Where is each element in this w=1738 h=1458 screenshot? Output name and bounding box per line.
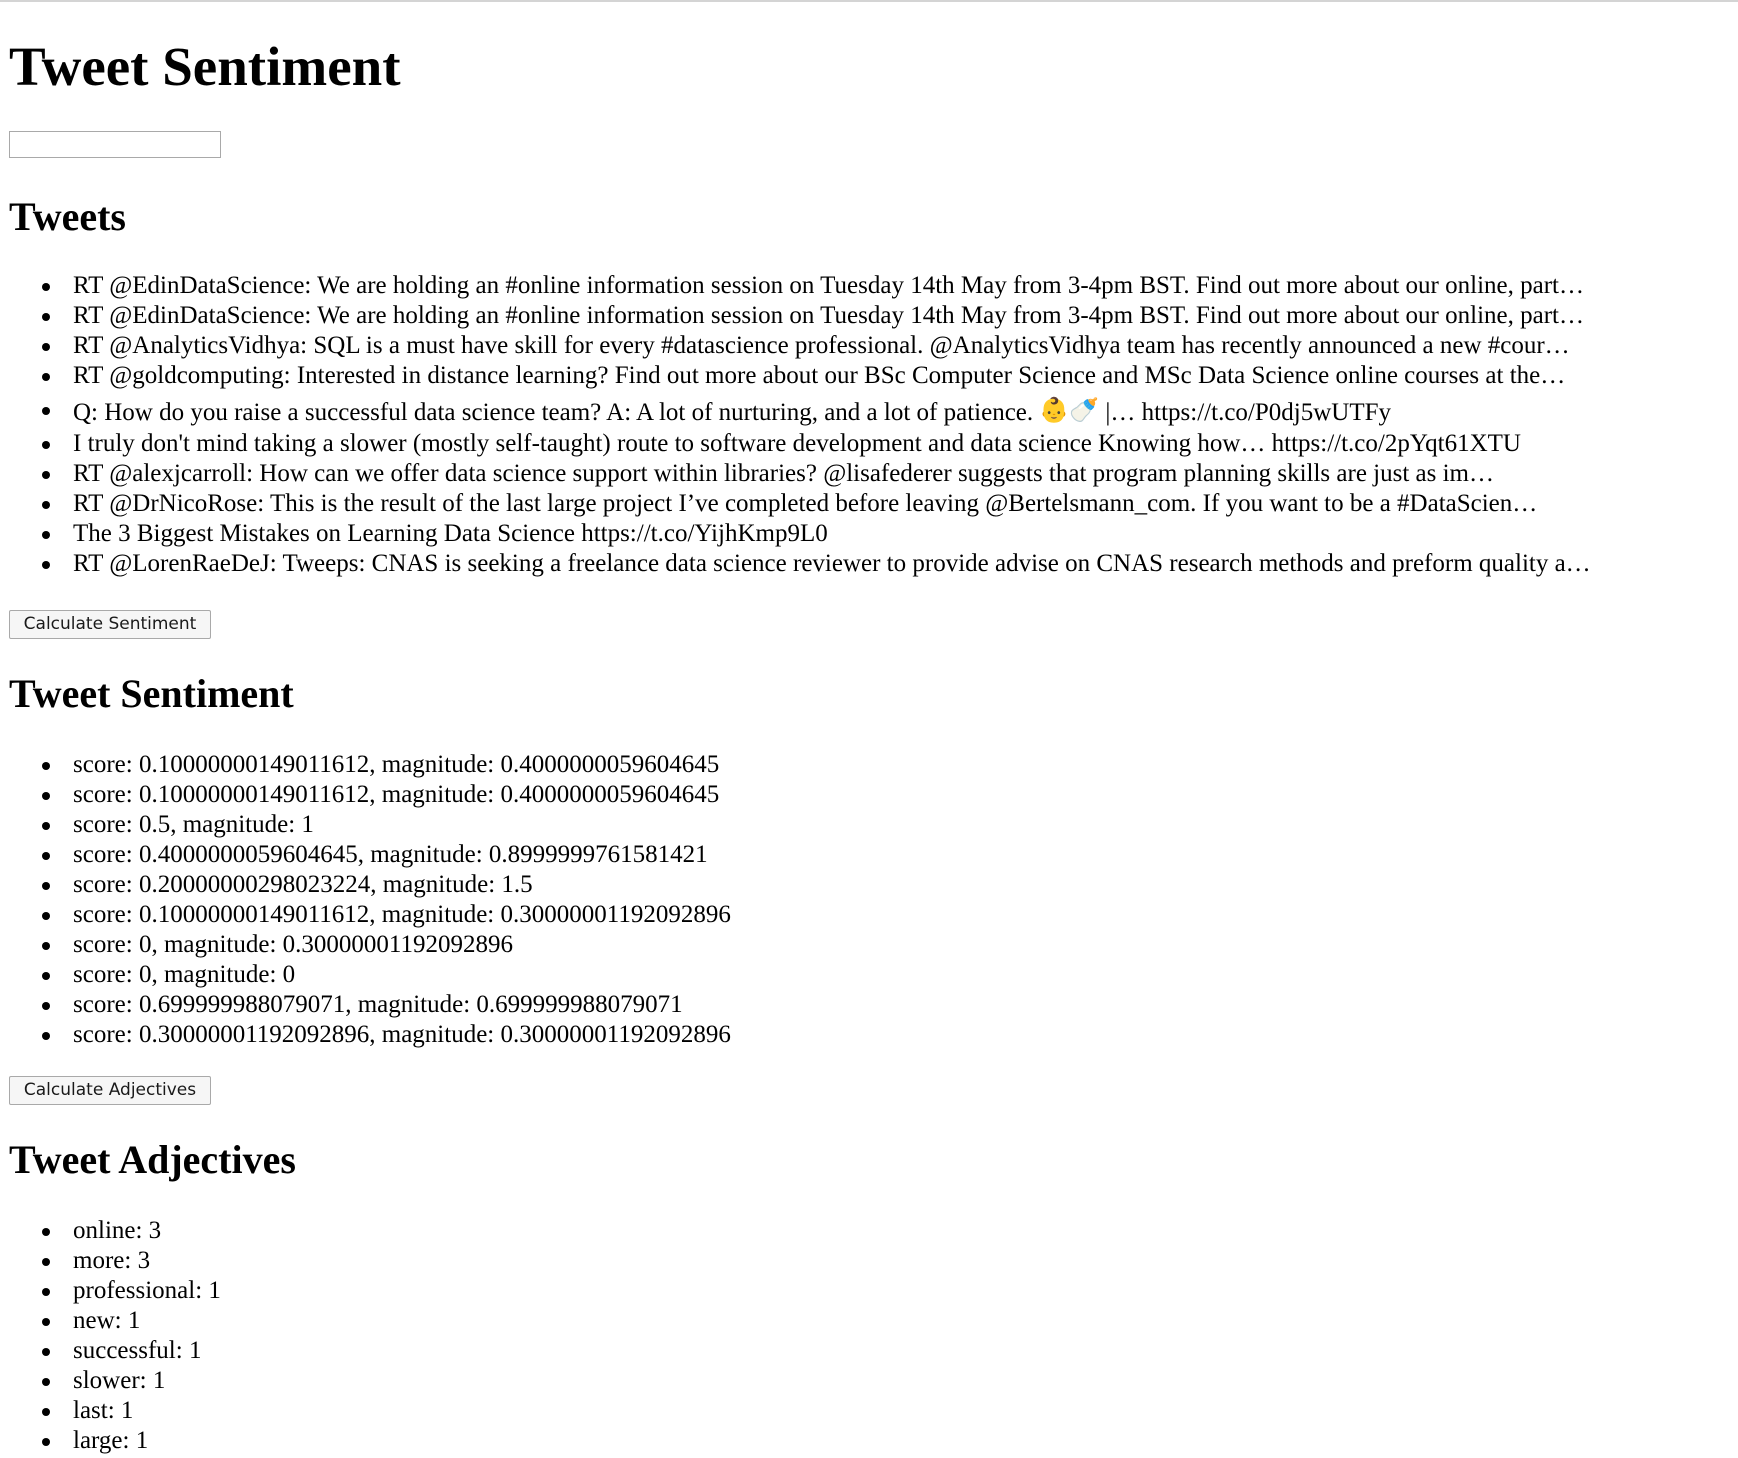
tweet-item: RT @goldcomputing: Interested in distanc…: [9, 361, 1729, 391]
baby-bottle-emoji-icon: 👶🍼: [1039, 396, 1100, 424]
tweet-item: Q: How do you raise a successful data sc…: [9, 391, 1729, 429]
tweet-link: |… https://t.co/P0dj5wUTFy: [1099, 399, 1391, 426]
tweet-text: Q: How do you raise a successful data sc…: [73, 399, 1034, 426]
adjectives-heading: Tweet Adjectives: [9, 1137, 296, 1182]
adjective-item: last: 1: [9, 1396, 1729, 1426]
tweet-item: RT @LorenRaeDeJ: Tweeps: CNAS is seeking…: [9, 549, 1729, 579]
sentiment-item: score: 0.10000000149011612, magnitude: 0…: [9, 900, 1729, 930]
sentiment-item: score: 0.10000000149011612, magnitude: 0…: [9, 750, 1729, 780]
adjective-item: professional: 1: [9, 1276, 1729, 1306]
tweet-item: I truly don't mind taking a slower (most…: [9, 429, 1729, 459]
sentiment-item: score: 0, magnitude: 0: [9, 960, 1729, 990]
tweets-list: RT @EdinDataScience: We are holding an #…: [9, 271, 1729, 579]
sentiment-heading: Tweet Sentiment: [9, 671, 294, 716]
adjective-item: slower: 1: [9, 1366, 1729, 1396]
adjective-item: successful: 1: [9, 1336, 1729, 1366]
adjective-item: new: 1: [9, 1306, 1729, 1336]
tweet-item: The 3 Biggest Mistakes on Learning Data …: [9, 519, 1729, 549]
search-input[interactable]: [9, 131, 221, 158]
sentiment-list: score: 0.10000000149011612, magnitude: 0…: [9, 750, 1729, 1050]
sentiment-item: score: 0, magnitude: 0.30000001192092896: [9, 930, 1729, 960]
tweet-item: RT @alexjcarroll: How can we offer data …: [9, 459, 1729, 489]
sentiment-item: score: 0.5, magnitude: 1: [9, 810, 1729, 840]
tweet-item: RT @DrNicoRose: This is the result of th…: [9, 489, 1729, 519]
adjectives-list: online: 3 more: 3 professional: 1 new: 1…: [9, 1216, 1729, 1456]
adjective-item: more: 3: [9, 1246, 1729, 1276]
calculate-adjectives-button[interactable]: Calculate Adjectives: [9, 1076, 211, 1105]
sentiment-item: score: 0.20000000298023224, magnitude: 1…: [9, 870, 1729, 900]
sentiment-item: score: 0.4000000059604645, magnitude: 0.…: [9, 840, 1729, 870]
adjective-item: online: 3: [9, 1216, 1729, 1246]
sentiment-item: score: 0.30000001192092896, magnitude: 0…: [9, 1020, 1729, 1050]
tweet-item: RT @EdinDataScience: We are holding an #…: [9, 271, 1729, 301]
window-top-border: [0, 0, 1738, 2]
sentiment-item: score: 0.10000000149011612, magnitude: 0…: [9, 780, 1729, 810]
calculate-sentiment-button[interactable]: Calculate Sentiment: [9, 610, 211, 639]
tweets-heading: Tweets: [9, 194, 126, 239]
tweet-item: RT @EdinDataScience: We are holding an #…: [9, 301, 1729, 331]
adjective-item: large: 1: [9, 1426, 1729, 1456]
tweet-item: RT @AnalyticsVidhya: SQL is a must have …: [9, 331, 1729, 361]
sentiment-item: score: 0.699999988079071, magnitude: 0.6…: [9, 990, 1729, 1020]
page-title: Tweet Sentiment: [9, 36, 401, 97]
